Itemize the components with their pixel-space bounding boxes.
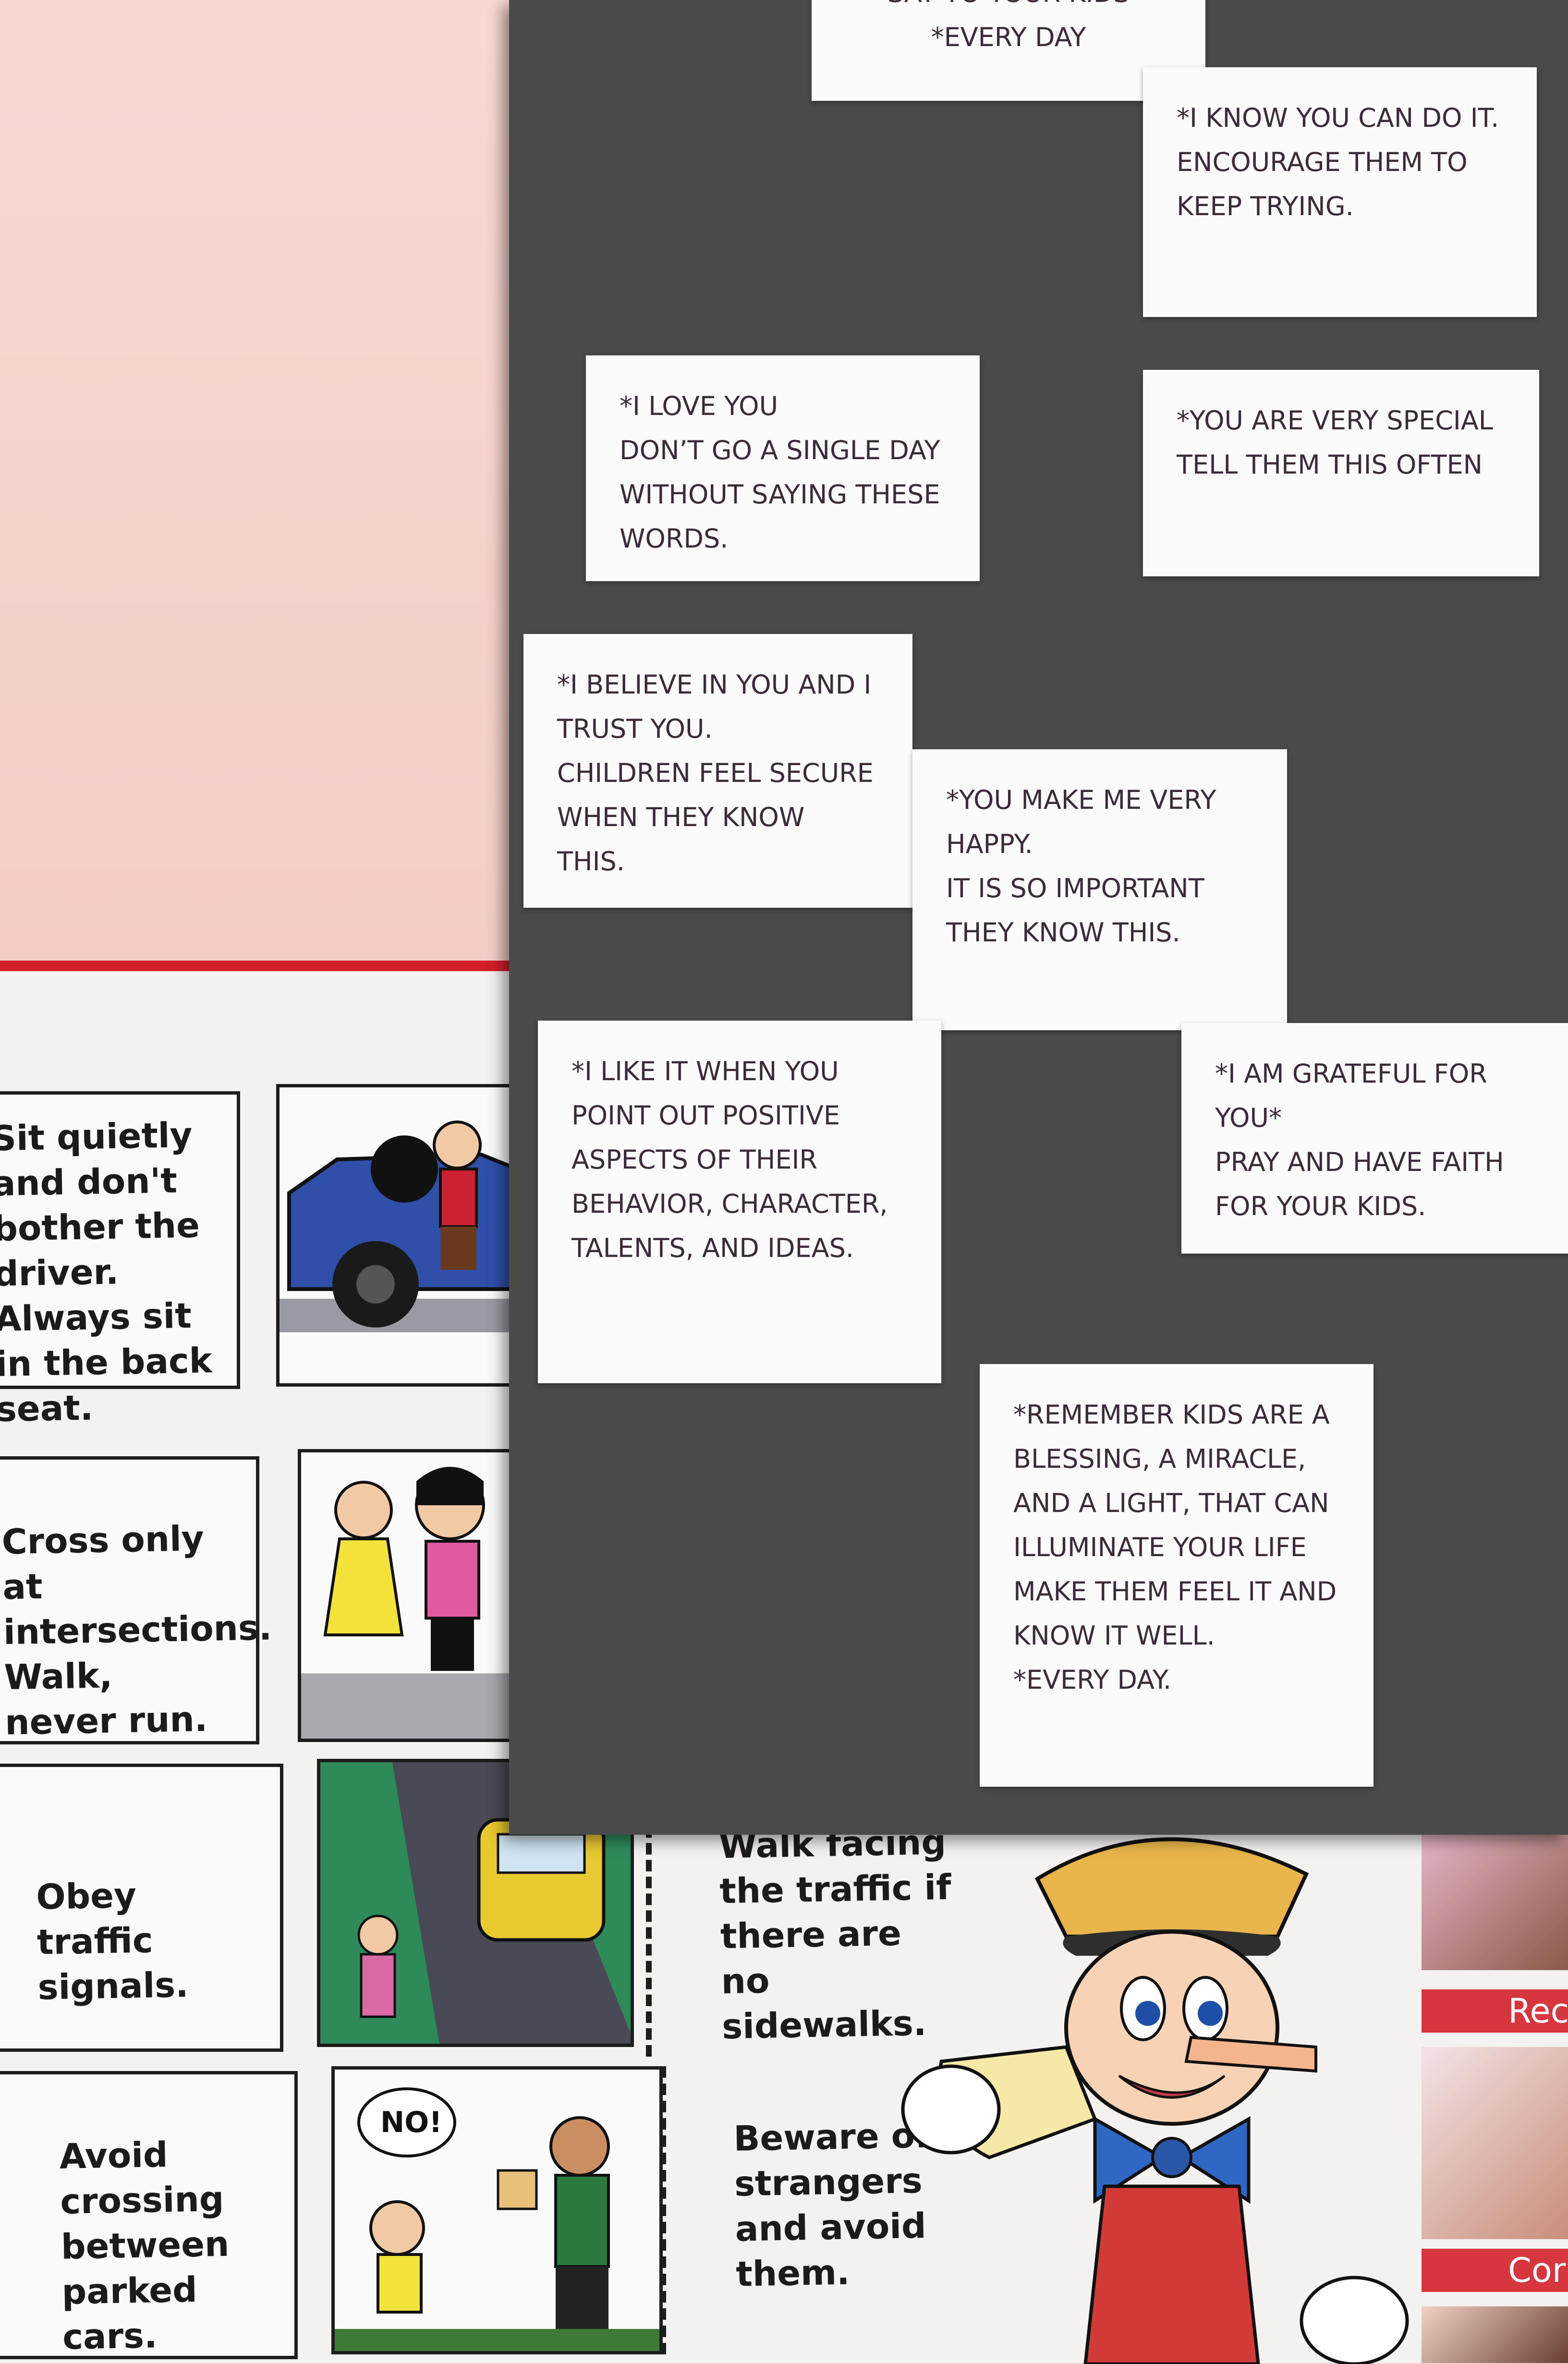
banner-red-1: Rec [1422, 1989, 1568, 2033]
photo-children-1 [1422, 1826, 1568, 1970]
rule-cell-sit: Sit quietly and don't bother the driver.… [0, 1091, 240, 1429]
rule-text-sit: Sit quietly and don't bother the driver.… [0, 1114, 213, 1430]
rule-text-obey: Obey traffic signals. [36, 1875, 189, 2008]
note-grateful: *I AM GRATEFUL FOR YOU* PRAY AND HAVE FA… [1181, 1023, 1568, 1254]
rule-text-cross: Cross only at intersections. Walk, never… [1, 1518, 272, 1743]
illustration-stranger: NO! [331, 2066, 663, 2354]
rule-cell-avoid: Avoid crossing between parked cars. [0, 2071, 298, 2359]
banner-red-2: Cor [1422, 2249, 1568, 2292]
note-know-you-can: *I KNOW YOU CAN DO IT. ENCOURAGE THEM TO… [1143, 67, 1537, 317]
photo-children-3 [1422, 2306, 1568, 2363]
pinocchio-illustration [893, 1821, 1441, 2364]
rule-cell-cross: Cross only at intersections. Walk, never… [0, 1456, 272, 1744]
speech-bubble-text: NO! [380, 2106, 442, 2139]
dashed-divider-2 [660, 2066, 666, 2354]
note-very-happy: *YOU MAKE ME VERY HAPPY. IT IS SO IMPORT… [912, 749, 1287, 1030]
rule-text-avoid: Avoid crossing between parked cars. [59, 2134, 230, 2357]
note-like-it: *I LIKE IT WHEN YOU POINT OUT POSITIVE A… [538, 1021, 941, 1383]
note-love-you: *I LOVE YOU DON’T GO A SINGLE DAY WITHOU… [586, 355, 980, 581]
note-believe-in-you: *I BELIEVE IN YOU AND I TRUST YOU. CHILD… [523, 634, 912, 908]
photo-children-2 [1422, 2047, 1568, 2239]
note-remember-kids: *REMEMBER KIDS ARE A BLESSING, A MIRACLE… [980, 1364, 1374, 1787]
illustration-car [276, 1084, 526, 1387]
rule-cell-obey: Obey traffic signals. [0, 1764, 283, 2052]
note-very-special: *YOU ARE VERY SPECIAL TELL THEM THIS OFT… [1143, 370, 1539, 576]
black-board: SAY TO YOUR KIDS *EVERY DAY *I KNOW YOU … [509, 0, 1568, 1835]
